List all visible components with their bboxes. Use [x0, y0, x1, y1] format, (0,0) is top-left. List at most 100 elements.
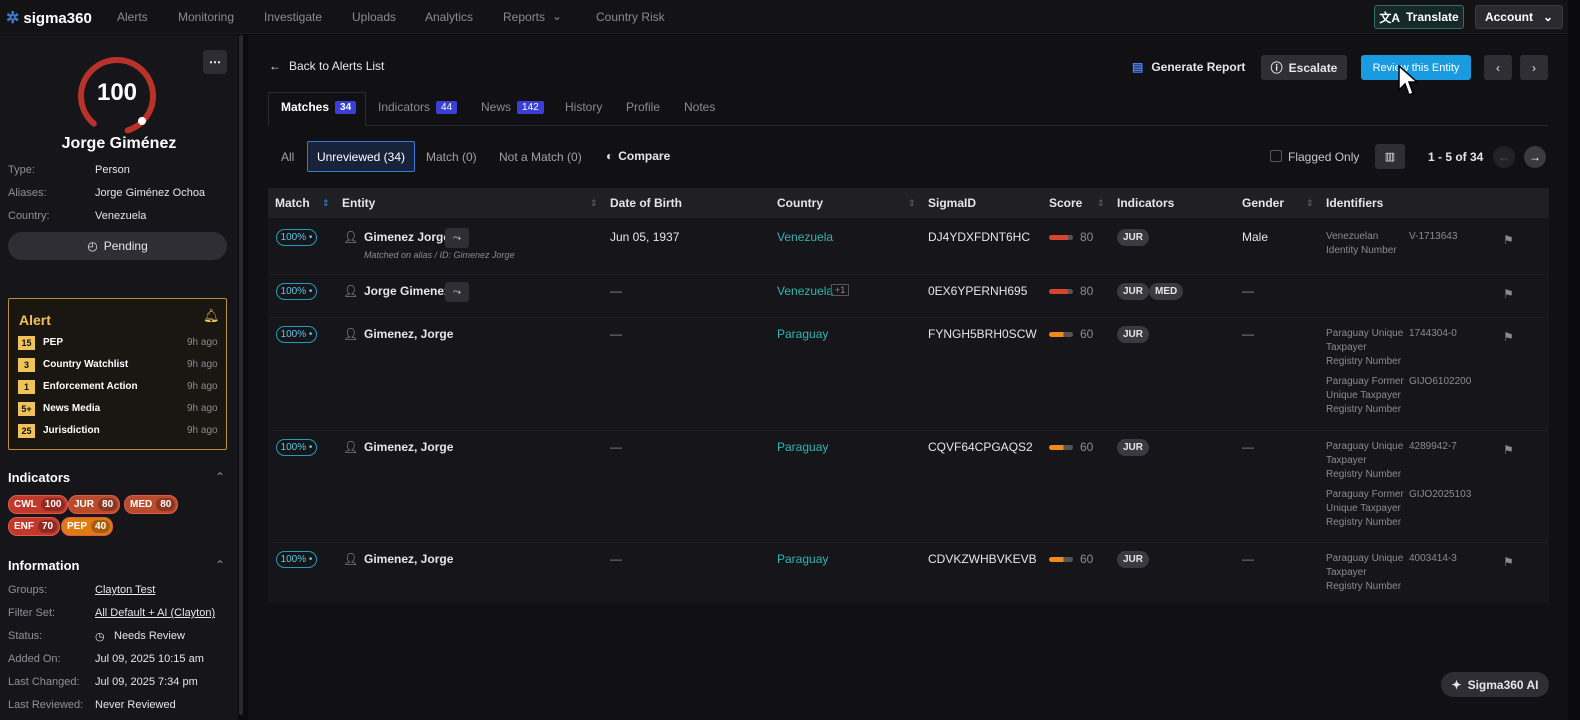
tab-label: Profile — [626, 100, 661, 114]
column-header-date-of-birth[interactable]: Date of Birth — [610, 196, 682, 210]
chevron-right-icon: › — [1532, 60, 1536, 75]
sort-icon[interactable]: ⇕ — [322, 198, 330, 209]
entity-name[interactable]: Gimenez, Jorge — [364, 440, 453, 454]
type-value: Person — [95, 164, 130, 176]
nav-investigate[interactable]: Investigate — [264, 10, 322, 24]
page-next-button[interactable]: → — [1524, 146, 1546, 168]
tab-history[interactable]: History — [565, 100, 602, 114]
flag-icon[interactable]: ⚑ — [1503, 287, 1514, 301]
sigma-id[interactable]: DJ4YDXFDNT6HC — [928, 230, 1030, 244]
reviewed-value: Never Reviewed — [95, 699, 176, 711]
sigma-id[interactable]: CQVF64CPGAQS2 — [928, 440, 1033, 454]
nav-country-risk[interactable]: Country Risk — [596, 10, 665, 24]
nav-uploads[interactable]: Uploads — [352, 10, 396, 24]
tab-news[interactable]: News 142 — [481, 100, 544, 114]
status-pending-button[interactable]: ◴ Pending — [8, 232, 227, 260]
indicator-badge-pep[interactable]: PEP 40 — [61, 517, 114, 536]
sidebar-scrollbar[interactable] — [239, 35, 243, 715]
escalate-button[interactable]: ⓘ Escalate — [1261, 55, 1347, 80]
column-header-country[interactable]: Country — [777, 196, 823, 210]
entity-name[interactable]: Jorge Gimenez — [364, 284, 450, 298]
indicator-chip-med[interactable]: MED — [1149, 283, 1184, 300]
column-header-gender[interactable]: Gender — [1242, 196, 1284, 210]
tab-profile[interactable]: Profile — [626, 100, 660, 114]
account-button[interactable]: Account ⌄ — [1475, 5, 1563, 29]
country-link[interactable]: Paraguay — [777, 440, 828, 454]
chevron-up-icon[interactable]: ⌃ — [215, 470, 225, 484]
chevron-down-icon: ⌄ — [1542, 10, 1554, 24]
sigma-ai-button[interactable]: ✦ Sigma360 AI — [1441, 672, 1549, 697]
flag-icon[interactable]: ⚑ — [1503, 330, 1514, 344]
sigma-id[interactable]: 0EX6YPERNH695 — [928, 284, 1027, 298]
alias-link-icon[interactable]: ⤳ — [445, 282, 469, 302]
chevron-up-icon[interactable]: ⌃ — [215, 558, 225, 572]
translate-button[interactable]: 文A Translate — [1374, 5, 1464, 29]
tab-indicators[interactable]: Indicators 44 — [378, 100, 458, 114]
generate-report-button[interactable]: ▤ Generate Report — [1132, 60, 1245, 74]
indicator-badge-enf[interactable]: ENF 70 — [8, 517, 61, 536]
filterset-link[interactable]: All Default + AI (Clayton) — [95, 607, 215, 619]
nav-analytics[interactable]: Analytics — [425, 10, 473, 24]
alert-item-label: PEP — [43, 337, 64, 348]
page-prev-button[interactable]: ← — [1493, 146, 1515, 168]
country-link[interactable]: Venezuela — [777, 284, 833, 298]
back-link[interactable]: ← Back to Alerts List — [269, 59, 384, 73]
indicator-value: 80 — [156, 498, 176, 511]
entity-name[interactable]: Gimenez, Jorge — [364, 552, 453, 566]
nav-alerts[interactable]: Alerts — [117, 10, 148, 24]
sigma-id[interactable]: CDVKZWHBVKEVB — [928, 552, 1037, 566]
indicator-chip-jur[interactable]: JUR — [1117, 326, 1150, 343]
indicator-chip-jur[interactable]: JUR — [1117, 229, 1150, 246]
tab-matches[interactable]: Matches 34 — [281, 100, 357, 114]
filter-unreviewed[interactable]: Unreviewed (34) — [307, 141, 415, 172]
indicator-chip-jur[interactable]: JUR — [1117, 439, 1150, 456]
chevron-down-icon[interactable]: ⌄ — [552, 9, 562, 23]
alias-link-icon[interactable]: ⤳ — [445, 228, 469, 248]
previous-entity-button[interactable]: ‹ — [1484, 55, 1512, 80]
indicator-chip-jur[interactable]: JUR — [1117, 551, 1150, 568]
filter-match[interactable]: Match (0) — [426, 150, 477, 164]
sort-icon[interactable]: ⇕ — [590, 198, 598, 209]
flag-icon[interactable]: ⚑ — [1503, 443, 1514, 457]
score-value: 60 — [1080, 440, 1094, 454]
country-link[interactable]: Paraguay — [777, 552, 828, 566]
filter-all[interactable]: All — [281, 150, 294, 164]
entity-name[interactable]: Gimenez, Jorge — [364, 327, 453, 341]
tab-notes[interactable]: Notes — [684, 100, 715, 114]
indicator-chip-jur[interactable]: JUR — [1117, 283, 1150, 300]
nav-reports[interactable]: Reports — [503, 10, 545, 24]
filter-not-match[interactable]: Not a Match (0) — [499, 150, 582, 164]
flag-icon[interactable]: ⚑ — [1503, 555, 1514, 569]
tab-label: Indicators — [378, 100, 431, 114]
identifier-value: GIJO6102200 — [1409, 376, 1472, 387]
indicator-badge-cwl[interactable]: CWL 100 — [8, 495, 69, 514]
compare-toggle[interactable]: ◐ Compare — [606, 149, 670, 163]
country-link[interactable]: Paraguay — [777, 327, 828, 341]
nav-monitoring[interactable]: Monitoring — [178, 10, 234, 24]
indicator-badge-med[interactable]: MED 80 — [124, 495, 179, 514]
column-header-match[interactable]: Match — [275, 196, 310, 210]
sort-icon[interactable]: ⇕ — [908, 198, 916, 209]
indicator-badge-jur[interactable]: JUR 80 — [68, 495, 121, 514]
flag-icon[interactable]: ⚑ — [1503, 233, 1514, 247]
column-header-entity[interactable]: Entity — [342, 196, 375, 210]
column-header-identifiers[interactable]: Identifiers — [1326, 196, 1383, 210]
columns-toggle-button[interactable]: ▥ — [1375, 144, 1405, 169]
next-entity-button[interactable]: › — [1520, 55, 1548, 80]
sort-icon[interactable]: ⇕ — [1306, 198, 1314, 209]
alert-count-badge: 25 — [18, 424, 35, 438]
country-extra-count[interactable]: +1 — [831, 284, 850, 296]
column-header-score[interactable]: Score — [1049, 196, 1082, 210]
entity-name[interactable]: Gimenez Jorge — [364, 230, 450, 244]
sigma-id[interactable]: FYNGH5BRH0SCW — [928, 327, 1037, 341]
flagged-only-checkbox[interactable] — [1270, 150, 1282, 162]
groups-link[interactable]: Clayton Test — [95, 584, 155, 596]
column-header-indicators[interactable]: Indicators — [1117, 196, 1174, 210]
person-icon: 👤︎ — [343, 552, 359, 566]
bell-icon[interactable]: 🔔︎ — [203, 308, 220, 324]
more-options-button[interactable]: ⋯ — [203, 50, 227, 74]
column-header-sigmaid[interactable]: SigmaID — [928, 196, 976, 210]
country-link[interactable]: Venezuela — [777, 230, 833, 244]
logo[interactable]: ✲ sigma360 — [6, 8, 92, 28]
sort-icon[interactable]: ⇕ — [1097, 198, 1105, 209]
